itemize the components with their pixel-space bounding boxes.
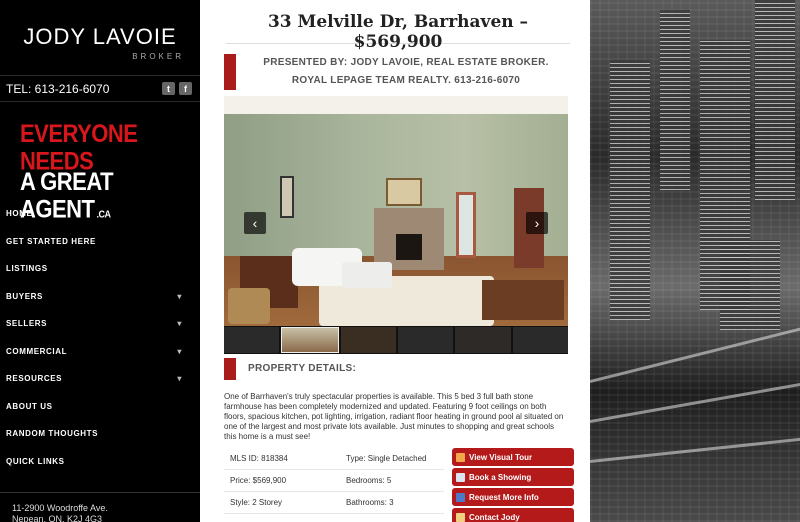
photo-window bbox=[456, 192, 476, 258]
request-info-button[interactable]: Request More Info bbox=[452, 488, 574, 506]
nav-item-about-us[interactable]: ABOUT US bbox=[0, 393, 200, 421]
page-title: 33 Melville Dr, Barrhaven – $569,900 bbox=[226, 0, 570, 52]
red-accent-tab bbox=[224, 358, 236, 380]
brand-subtitle: BROKER bbox=[132, 52, 184, 61]
nav-item-label: GET STARTED HERE bbox=[6, 236, 96, 246]
phone-number: TEL: 613-216-6070 bbox=[6, 81, 110, 96]
book-showing-button[interactable]: Book a Showing bbox=[452, 468, 574, 486]
action-label: Book a Showing bbox=[469, 472, 532, 482]
gallery-thumbnail[interactable] bbox=[512, 327, 568, 353]
nav-item-listings[interactable]: LISTINGS bbox=[0, 255, 200, 283]
action-label: Contact Jody bbox=[469, 512, 520, 522]
property-details-title: PROPERTY DETAILS: bbox=[248, 363, 357, 374]
presented-by-line-1: PRESENTED BY: JODY LAVOIE, REAL ESTATE B… bbox=[263, 57, 549, 68]
facts-row: MLS ID: 818384 Type: Single Detached bbox=[224, 448, 444, 470]
gallery-next-arrow-icon[interactable]: › bbox=[526, 212, 548, 234]
property-description: One of Barrhaven's truly spectacular pro… bbox=[224, 392, 564, 441]
gallery-thumbnail[interactable] bbox=[397, 327, 454, 353]
nav-item-label: COMMERCIAL bbox=[6, 346, 68, 356]
facebook-icon[interactable]: f bbox=[179, 82, 192, 95]
nav-item-commercial[interactable]: COMMERCIAL ▾ bbox=[0, 338, 200, 366]
brand-logo[interactable]: JODY LAVOIE BROKER bbox=[0, 0, 200, 76]
action-label: View Visual Tour bbox=[469, 452, 533, 462]
gallery-thumbnail[interactable] bbox=[224, 327, 280, 353]
fact-bedrooms: Bedrooms: 5 bbox=[346, 476, 392, 485]
nav-item-label: ABOUT US bbox=[6, 401, 53, 411]
info-icon bbox=[456, 492, 465, 502]
photo-gallery[interactable]: ‹ › bbox=[224, 96, 568, 326]
action-label: Request More Info bbox=[469, 492, 539, 502]
nav-item-quick-links[interactable]: QUICK LINKS bbox=[0, 448, 200, 476]
view-visual-tour-button[interactable]: View Visual Tour bbox=[452, 448, 574, 466]
twitter-icon[interactable]: t bbox=[162, 82, 175, 95]
fact-bathrooms: Bathrooms: 3 bbox=[346, 498, 394, 507]
chevron-down-icon: ▾ bbox=[177, 319, 182, 329]
presented-by-line-2: ROYAL LEPAGE TEAM REALTY. 613-216-6070 bbox=[291, 75, 521, 86]
red-accent-tab bbox=[224, 54, 236, 90]
nav-item-buyers[interactable]: BUYERS ▾ bbox=[0, 283, 200, 311]
nav-item-get-started[interactable]: GET STARTED HERE bbox=[0, 228, 200, 256]
nav-item-home[interactable]: HOME bbox=[0, 200, 200, 228]
facts-row: Price: $569,900 Bedrooms: 5 bbox=[224, 470, 444, 492]
photo-ceiling bbox=[224, 96, 568, 114]
facts-row: Style: 2 Storey Bathrooms: 3 bbox=[224, 492, 444, 514]
chevron-down-icon: ▾ bbox=[177, 291, 182, 301]
chevron-down-icon: ▾ bbox=[177, 374, 182, 384]
nav-item-label: BUYERS bbox=[6, 291, 43, 301]
envelope-icon bbox=[456, 512, 465, 522]
main-content: 33 Melville Dr, Barrhaven – $569,900 PRE… bbox=[200, 0, 590, 522]
nav-item-resources[interactable]: RESOURCES ▾ bbox=[0, 365, 200, 393]
nav-item-label: HOME bbox=[6, 209, 33, 219]
address-line-1: 11-2900 Woodroffe Ave. bbox=[12, 503, 108, 513]
gallery-thumbnails bbox=[224, 326, 568, 354]
photo-fireplace-opening bbox=[396, 234, 422, 260]
city-background-image bbox=[590, 0, 800, 522]
photo-wicker-chair bbox=[228, 288, 270, 324]
nav-item-sellers[interactable]: SELLERS ▾ bbox=[0, 310, 200, 338]
gallery-thumbnail[interactable] bbox=[455, 327, 511, 353]
photo-chest bbox=[482, 280, 564, 320]
nav-item-label: LISTINGS bbox=[6, 264, 48, 274]
sidebar: JODY LAVOIE BROKER TEL: 613-216-6070 t f… bbox=[0, 0, 200, 522]
presented-by-banner: PRESENTED BY: JODY LAVOIE, REAL ESTATE B… bbox=[224, 54, 570, 90]
calendar-icon bbox=[456, 472, 465, 482]
photo-ottoman bbox=[342, 262, 392, 288]
office-address: 11-2900 Woodroffe Ave. Nepean, ON, K2J 4… bbox=[0, 492, 200, 522]
fact-type: Type: Single Detached bbox=[346, 454, 427, 463]
property-details-header: PROPERTY DETAILS: bbox=[224, 358, 568, 380]
main-nav: HOME GET STARTED HERE LISTINGS BUYERS ▾ S… bbox=[0, 200, 200, 475]
contact-jody-button[interactable]: Contact Jody bbox=[452, 508, 574, 522]
nav-item-label: RANDOM THOUGHTS bbox=[6, 429, 99, 439]
promo-banner[interactable]: EVERYONE NEEDS A GREAT AGENT .CA bbox=[0, 102, 200, 222]
fact-price: Price: $569,900 bbox=[230, 476, 287, 485]
social-links: t f bbox=[162, 82, 192, 95]
chevron-down-icon: ▾ bbox=[177, 346, 182, 356]
nav-item-label: SELLERS bbox=[6, 319, 48, 329]
fact-style: Style: 2 Storey bbox=[230, 498, 283, 507]
gallery-thumbnail[interactable] bbox=[340, 327, 396, 353]
gallery-thumbnail-active[interactable] bbox=[281, 327, 339, 353]
nav-item-label: QUICK LINKS bbox=[6, 456, 65, 466]
video-icon bbox=[456, 452, 465, 462]
property-actions: View Visual Tour Book a Showing Request … bbox=[452, 448, 574, 522]
nav-item-random-thoughts[interactable]: RANDOM THOUGHTS bbox=[0, 420, 200, 448]
photo-painting bbox=[386, 178, 422, 206]
phone-row: TEL: 613-216-6070 t f bbox=[0, 76, 200, 102]
photo-wall-art bbox=[280, 176, 294, 218]
brand-name: JODY LAVOIE bbox=[23, 24, 177, 49]
gallery-prev-arrow-icon[interactable]: ‹ bbox=[244, 212, 266, 234]
property-facts: MLS ID: 818384 Type: Single Detached Pri… bbox=[224, 448, 444, 514]
fact-mls-id: MLS ID: 818384 bbox=[230, 454, 288, 463]
address-line-2: Nepean, ON, K2J 4G3 bbox=[12, 514, 103, 522]
nav-item-label: RESOURCES bbox=[6, 374, 63, 384]
